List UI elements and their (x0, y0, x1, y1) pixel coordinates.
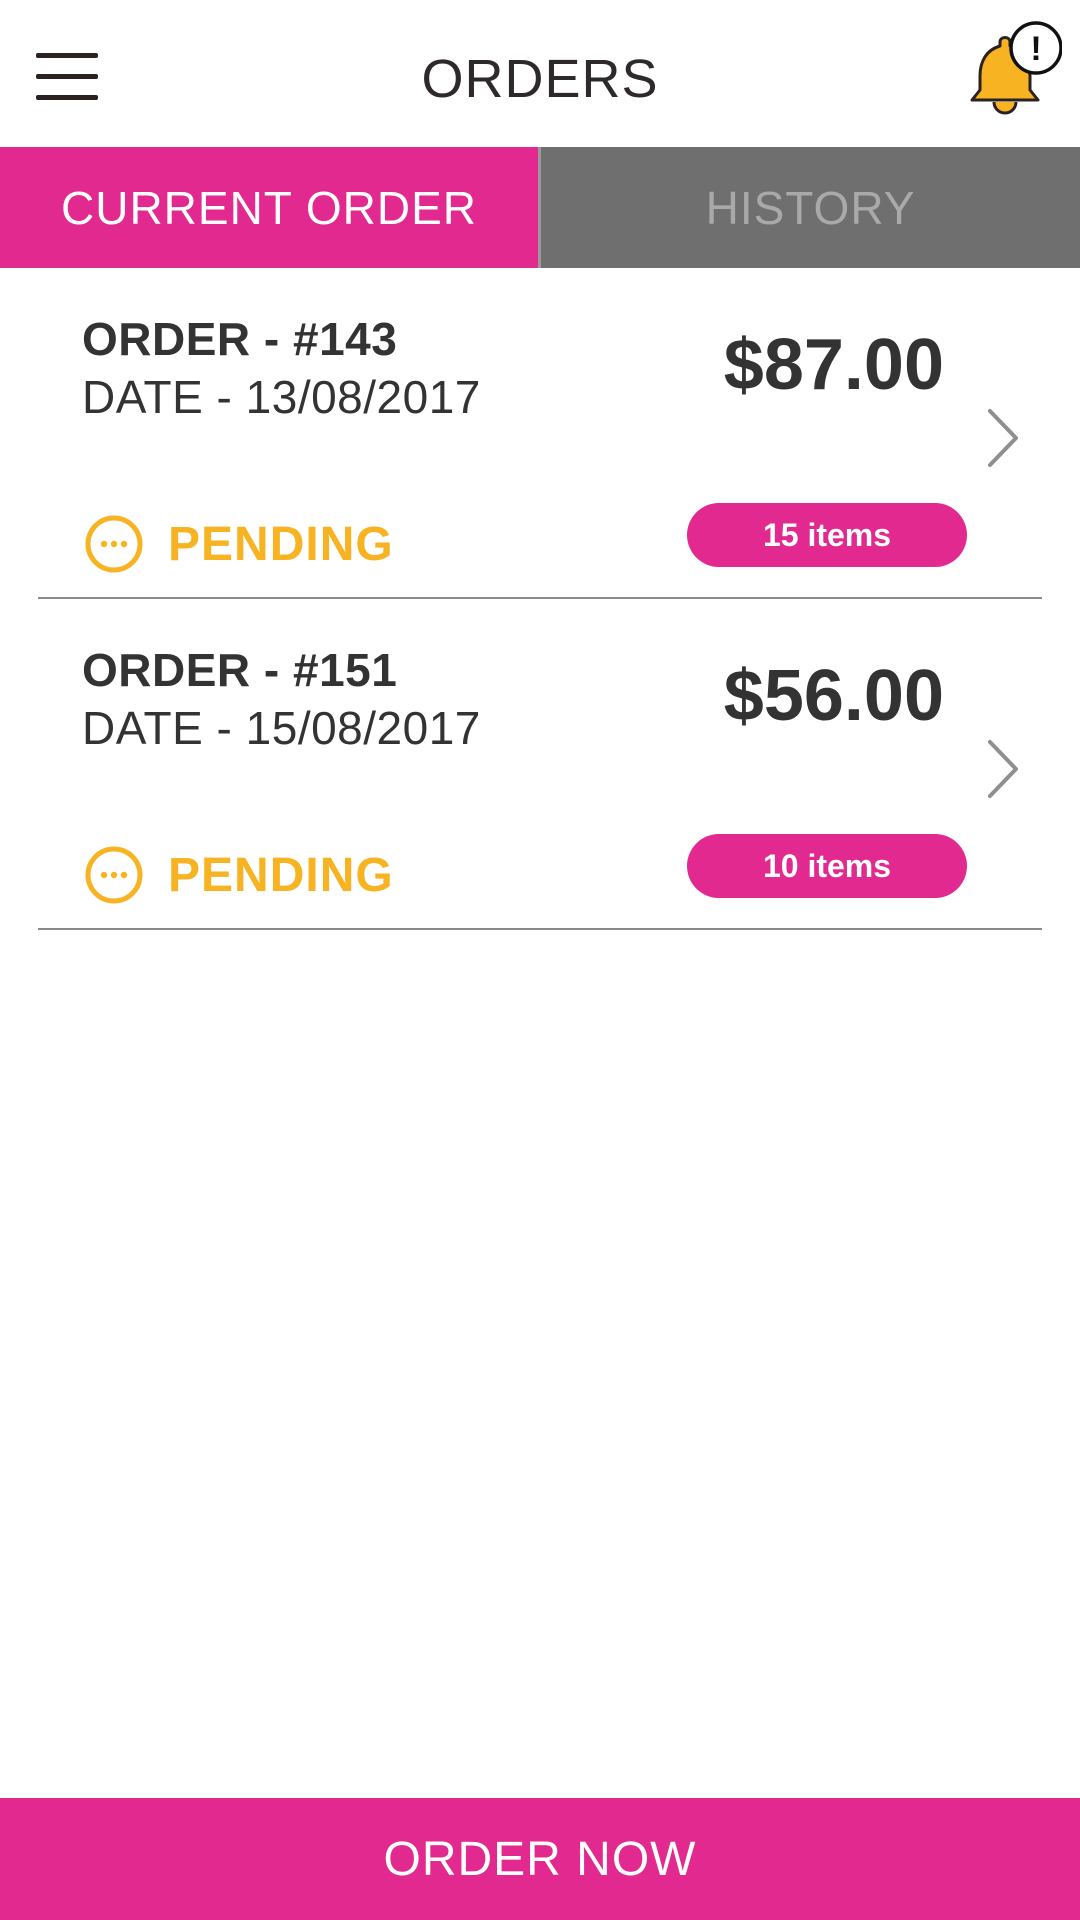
order-number: ORDER - #143 (82, 313, 398, 365)
order-number: ORDER - #151 (82, 644, 398, 696)
page-title: ORDERS (421, 49, 659, 109)
order-now-label: ORDER NOW (383, 1832, 697, 1886)
order-card[interactable]: ORDER - #143 DATE - 13/08/2017 $87.00 PE… (0, 268, 1080, 599)
tab-history-label: HISTORY (705, 181, 916, 234)
status-label: PENDING (168, 848, 394, 902)
order-now-button[interactable]: ORDER NOW (0, 1798, 1080, 1920)
notification-button[interactable]: ! (962, 18, 1062, 118)
pending-dots-icon (85, 515, 143, 573)
orders-screen: ORDERS ! CURRENT ORDER HISTORY ORDER - #… (0, 0, 1080, 1920)
order-amount: $56.00 (723, 656, 944, 736)
pending-dots-icon (85, 846, 143, 904)
order-status: PENDING (84, 514, 394, 574)
header: ORDERS ! (0, 0, 1080, 147)
order-date: DATE - 15/08/2017 (82, 702, 481, 754)
order-date: DATE - 13/08/2017 (82, 371, 481, 423)
order-status: PENDING (84, 845, 394, 905)
bell-icon: ! (970, 21, 1062, 115)
status-label: PENDING (168, 517, 394, 571)
tab-current-order[interactable]: CURRENT ORDER (0, 147, 538, 268)
chevron-right-icon[interactable] (986, 408, 1020, 468)
tab-current-order-label: CURRENT ORDER (61, 181, 477, 234)
items-count-badge: 15 items (687, 503, 967, 567)
notification-badge: ! (1030, 30, 1041, 68)
items-count-badge: 10 items (687, 834, 967, 898)
chevron-right-icon[interactable] (986, 739, 1020, 799)
row-divider (38, 928, 1042, 930)
tab-history[interactable]: HISTORY (541, 147, 1080, 268)
order-card[interactable]: ORDER - #151 DATE - 15/08/2017 $56.00 PE… (0, 599, 1080, 930)
order-amount: $87.00 (723, 325, 944, 405)
order-tabs: CURRENT ORDER HISTORY (0, 147, 1080, 268)
order-list: ORDER - #143 DATE - 13/08/2017 $87.00 PE… (0, 268, 1080, 930)
